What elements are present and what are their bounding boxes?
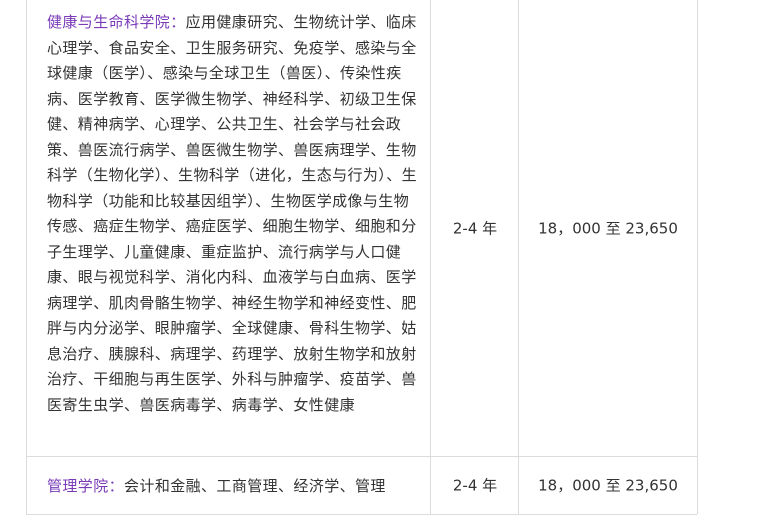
table-row: 健康与生命科学院：应用健康研究、生物统计学、临床心理学、食品安全、卫生服务研究、…	[26, 0, 698, 457]
duration-cell: 2-4 年	[430, 0, 519, 456]
program-list: 应用健康研究、生物统计学、临床心理学、食品安全、卫生服务研究、免疫学、感染与全球…	[47, 13, 418, 414]
duration-value: 2-4 年	[452, 219, 498, 238]
programs-cell: 健康与生命科学院：应用健康研究、生物统计学、临床心理学、食品安全、卫生服务研究、…	[26, 0, 431, 456]
programs-cell: 管理学院：会计和金融、工商管理、经济学、管理	[26, 456, 431, 514]
tuition-value: 18，000 至 23,650	[538, 476, 678, 495]
tuition-cell: 18，000 至 23,650	[518, 456, 698, 514]
duration-cell: 2-4 年	[430, 456, 519, 514]
tuition-value: 18，000 至 23,650	[538, 219, 678, 238]
programs-text: 健康与生命科学院：应用健康研究、生物统计学、临床心理学、食品安全、卫生服务研究、…	[47, 10, 419, 418]
duration-value: 2-4 年	[452, 476, 498, 495]
school-name: 健康与生命科学院：	[47, 13, 186, 31]
table-row: 管理学院：会计和金融、工商管理、经济学、管理 2-4 年 18，000 至 23…	[26, 456, 698, 515]
programs-text: 管理学院：会计和金融、工商管理、经济学、管理	[47, 474, 419, 500]
school-name: 管理学院：	[47, 477, 125, 495]
program-list: 会计和金融、工商管理、经济学、管理	[124, 477, 386, 495]
tuition-cell: 18，000 至 23,650	[518, 0, 698, 456]
